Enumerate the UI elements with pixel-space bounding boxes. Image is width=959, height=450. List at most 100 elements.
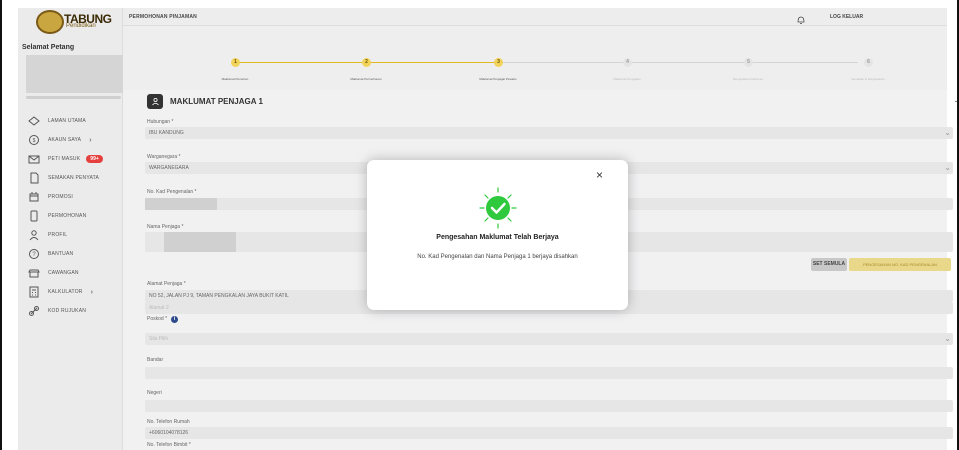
warganegara-label: Warganegara * (147, 154, 181, 160)
success-modal: × Pengesahan Maklumat Telah Berjaya No. … (367, 160, 628, 310)
sidebar-item-label: KOD RUJUKAN (48, 308, 87, 314)
account-icon: $ (29, 135, 39, 145)
step-2-circle[interactable]: 2 (362, 58, 371, 67)
step-6-label: Semakan & Pengesahan (851, 77, 885, 81)
sidebar-item-label: PROFIL (48, 232, 68, 238)
bandar-label: Bandar (147, 357, 164, 363)
link-icon (29, 306, 39, 316)
step-2-label: Maklumat Permohonan (350, 77, 382, 81)
alamat-label: Alamat Penjaga * (147, 281, 186, 287)
chevron-down-icon: ⌄ (944, 334, 951, 343)
sidebar-item-label: CAWANGAN (48, 270, 79, 276)
step-1-circle[interactable]: 1 (231, 58, 240, 67)
application-icon (30, 210, 38, 222)
sidebar-item-cawangan[interactable]: CAWANGAN (28, 264, 120, 282)
top-bar: PERMOHONAN PINJAMAN LOG KELUAR (123, 8, 947, 26)
info-icon[interactable]: i (171, 316, 178, 323)
chevron-down-icon: ⌄ (944, 163, 951, 172)
inbox-count-badge: 99+ (86, 155, 103, 163)
bandar-field (145, 367, 953, 379)
sidebar-item-permohonan[interactable]: PERMOHONAN (28, 207, 120, 225)
redacted-account-line (26, 96, 121, 99)
step-4-label: Maklumat Pengajian (613, 77, 641, 81)
promo-icon (29, 192, 39, 202)
page-title: PERMOHONAN PINJAMAN (129, 14, 197, 20)
alamat-value: NO 52, JALAN PJ 9, TAMAN PENGKALAN JAYA … (149, 293, 289, 299)
poskod-label: Poskod * (147, 316, 168, 322)
home-icon (28, 116, 40, 126)
sidebar-item-kalkulator[interactable]: KALKULATOR › (28, 283, 120, 301)
step-1-label: Maklumat Pemohon (221, 77, 249, 81)
step-4-circle[interactable]: 4 (623, 58, 632, 67)
help-icon: ? (29, 249, 39, 259)
collapse-icon[interactable]: – (955, 96, 957, 107)
sidebar-item-kod-rujukan[interactable]: KOD RUJUKAN (28, 302, 120, 320)
sidebar: TABUNG Pendidikan Selamat Petang LAMAN U… (18, 8, 123, 450)
hubungan-label: Hubungan * (147, 119, 174, 125)
bell-icon[interactable] (797, 12, 805, 30)
sidebar-item-label: PETI MASUK (48, 156, 81, 162)
step-3-label: Maklumat Penjaga/ Pewaris (479, 77, 517, 81)
telefon-rumah-label: No. Telefon Rumah (147, 419, 190, 425)
chevron-right-icon: › (90, 288, 93, 296)
success-check-icon (479, 187, 517, 229)
poskod-placeholder: Sila Pilih (149, 336, 169, 342)
logout-button[interactable]: LOG KELUAR (830, 14, 863, 20)
hubungan-value: IBU KANDUNG (149, 130, 184, 136)
sidebar-item-akaun-saya[interactable]: $ AKAUN SAYA › (28, 131, 120, 149)
sidebar-item-label: KALKULATOR (48, 289, 83, 295)
telefon-rumah-value: +6060104078126 (149, 430, 189, 436)
logo[interactable]: TABUNG Pendidikan (36, 10, 118, 34)
progress-stepper: 1 Maklumat Pemohon 2 Maklumat Permohonan… (123, 50, 947, 81)
svg-text:?: ? (32, 252, 36, 258)
step-5-circle[interactable]: 5 (744, 58, 753, 67)
close-icon[interactable]: × (596, 168, 603, 182)
telefon-rumah-field[interactable]: +6060104078126 (145, 427, 953, 439)
alamat-2-placeholder: Alamat 2 (149, 305, 169, 311)
sidebar-item-promosi[interactable]: PROMOSI (28, 188, 120, 206)
chevron-right-icon: › (89, 136, 92, 144)
document-icon (30, 172, 39, 184)
section-header[interactable]: MAKLUMAT PENJAGA 1 (147, 94, 263, 109)
modal-title: Pengesahan Maklumat Telah Berjaya (436, 234, 559, 241)
calculator-icon (29, 286, 39, 298)
user-section-icon (147, 94, 163, 109)
chevron-down-icon: ⌄ (944, 128, 951, 137)
greeting-text: Selamat Petang (22, 44, 75, 51)
sidebar-item-label: SEMAKAN PENYATA (48, 175, 100, 181)
redacted-user-info (26, 55, 123, 93)
sidebar-item-label: AKAUN SAYA (48, 137, 82, 143)
redacted-guardian-name (164, 232, 236, 252)
sidebar-item-label: LAMAN UTAMA (48, 118, 86, 124)
poskod-select[interactable]: Sila Pilih ⌄ (145, 333, 953, 345)
sidebar-item-laman-utama[interactable]: LAMAN UTAMA (28, 112, 120, 130)
section-title: MAKLUMAT PENJAGA 1 (170, 97, 263, 106)
sidebar-item-semakan-penyata[interactable]: SEMAKAN PENYATA (28, 169, 120, 187)
logo-emblem-icon (36, 10, 64, 34)
negeri-label: Negeri (147, 390, 162, 396)
sidebar-item-bantuan[interactable]: ? BANTUAN (28, 245, 120, 263)
hubungan-select[interactable]: IBU KANDUNG ⌄ (145, 127, 953, 139)
step-6-circle[interactable]: 6 (864, 58, 873, 67)
mail-icon (28, 155, 40, 164)
profile-icon (29, 230, 39, 241)
sidebar-item-peti-masuk[interactable]: PETI MASUK 99+ (28, 150, 120, 168)
reset-button[interactable]: SET SEMULA (811, 258, 847, 271)
sidebar-item-label: BANTUAN (48, 251, 74, 257)
sidebar-item-profil[interactable]: PROFIL (28, 226, 120, 244)
kad-pengenalan-label: No. Kad Pengenalan * (147, 189, 197, 195)
branch-icon (28, 269, 40, 278)
sidebar-item-label: PERMOHONAN (48, 213, 87, 219)
step-3-circle[interactable]: 3 (494, 58, 503, 67)
step-5-label: Pengesahan Dokumen (732, 77, 764, 81)
stepper-line-pending (498, 62, 858, 63)
verify-ic-button[interactable]: PENGESAHAN NO. KAD PENGENALAN (849, 258, 951, 271)
redacted-ic-number (145, 198, 217, 210)
modal-message: No. Kad Pengenalan dan Nama Penjaga 1 be… (417, 254, 578, 260)
warganegara-value: WARGANEGARA (149, 165, 189, 171)
logo-subtext: Pendidikan (66, 23, 96, 29)
telefon-bimbit-label: No. Telefon Bimbit * (147, 442, 191, 448)
nama-penjaga-label: Nama Penjaga * (147, 224, 184, 230)
negeri-field (145, 400, 953, 412)
svg-text:$: $ (33, 138, 36, 144)
